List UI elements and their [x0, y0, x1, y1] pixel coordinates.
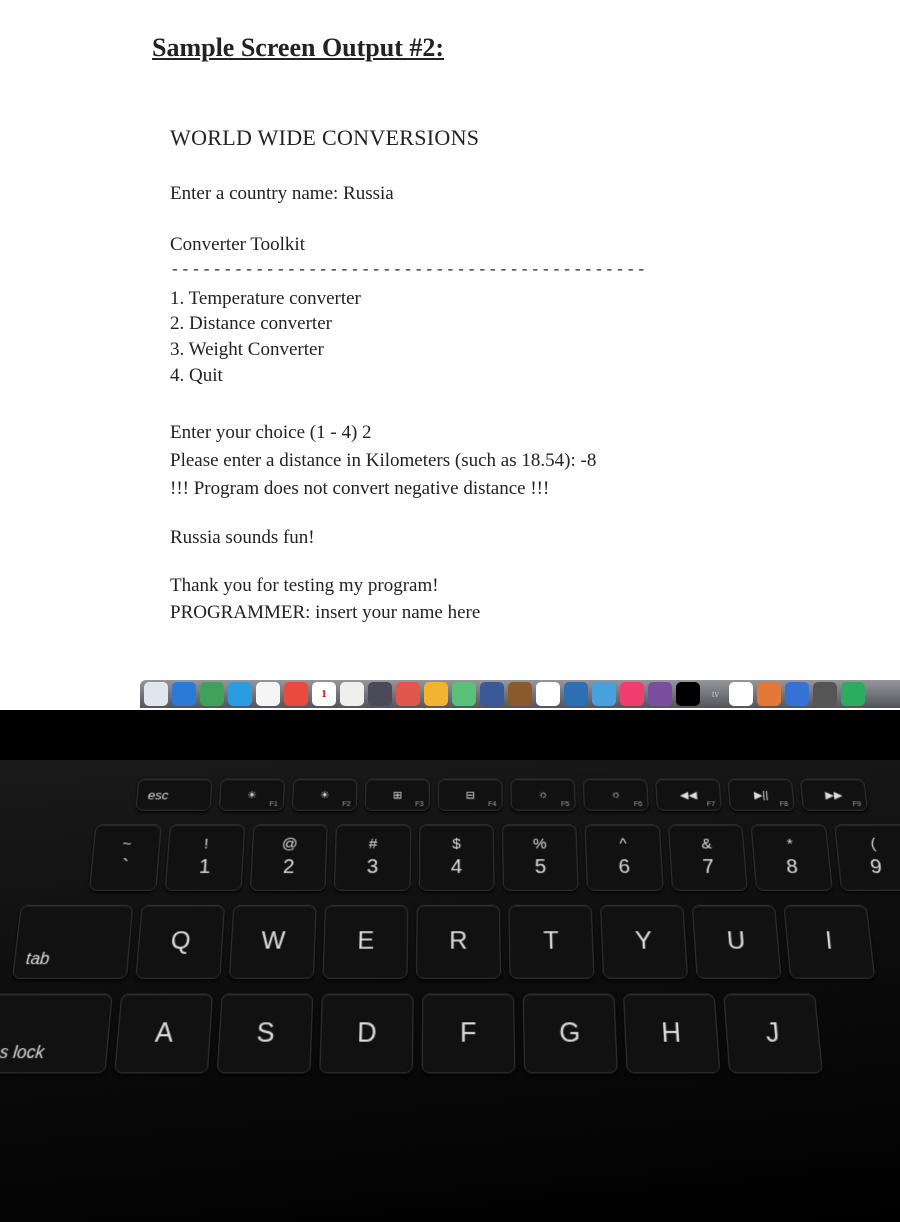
keyboard-key[interactable]: tab: [12, 905, 133, 979]
dock-app-icon[interactable]: [785, 682, 809, 706]
keyboard-key[interactable]: T: [508, 905, 594, 979]
keyboard-key[interactable]: &7: [668, 824, 748, 891]
keyboard-key[interactable]: U: [692, 905, 782, 979]
keyboard-key[interactable]: ⊟F4: [438, 779, 503, 811]
dock-app-icon[interactable]: [144, 682, 168, 706]
keyboard-key[interactable]: caps lock: [0, 994, 113, 1074]
keyboard-key[interactable]: ~`: [89, 824, 162, 891]
divider-dashes: ----------------------------------------…: [170, 260, 900, 282]
function-key-row: esc☀F1☀F2⊞F3⊟F4☼F5☼F6◀◀F7▶||F8▶▶F9: [0, 779, 900, 811]
keyboard-key[interactable]: H: [623, 994, 721, 1074]
dock-app-icon[interactable]: [592, 682, 616, 706]
error-line: !!! Program does not convert negative di…: [170, 476, 900, 502]
dock-app-icon[interactable]: 1: [312, 682, 336, 706]
qwerty-row: tabQWERTYUI: [0, 905, 900, 979]
keyboard-key[interactable]: J: [723, 994, 823, 1074]
asdf-row: caps lockASDFGHJ: [0, 994, 900, 1074]
dock-app-icon[interactable]: [200, 682, 224, 706]
thanks-line: Thank you for testing my program!: [170, 573, 900, 599]
keyboard-key[interactable]: W: [229, 905, 317, 979]
dock-app-icon[interactable]: [536, 682, 560, 706]
menu-item: 4. Quit: [170, 363, 900, 389]
keyboard-key[interactable]: E: [322, 905, 408, 979]
app-title: WORLD WIDE CONVERSIONS: [170, 123, 900, 153]
document-content: Sample Screen Output #2: WORLD WIDE CONV…: [140, 30, 900, 624]
keyboard-key[interactable]: ^6: [585, 824, 664, 891]
dock-app-icon[interactable]: [508, 682, 532, 706]
dock-app-icon[interactable]: [256, 682, 280, 706]
menu-item: 3. Weight Converter: [170, 337, 900, 363]
dock-app-icon[interactable]: [480, 682, 504, 706]
keyboard-key[interactable]: A: [114, 994, 213, 1074]
distance-prompt: Please enter a distance in Kilometers (s…: [170, 448, 900, 474]
toolkit-header: Converter Toolkit: [170, 232, 900, 258]
dock-app-icon[interactable]: [228, 682, 252, 706]
keyboard-key[interactable]: !1: [165, 824, 245, 891]
menu-item: 1. Temperature converter: [170, 286, 900, 312]
dock-app-icon[interactable]: [452, 682, 476, 706]
keyboard-key[interactable]: esc: [135, 779, 212, 811]
dock-app-icon[interactable]: [757, 682, 781, 706]
keyboard-key[interactable]: %5: [502, 824, 579, 891]
keyboard-key[interactable]: Q: [135, 905, 225, 979]
keyboard-key[interactable]: ⊞F3: [365, 779, 430, 811]
keyboard-key[interactable]: R: [416, 905, 501, 979]
dock-app-icon[interactable]: [368, 682, 392, 706]
number-key-row: ~`!1@2#3$4%5^6&7*8(9: [0, 824, 900, 891]
macos-dock: 1 tv: [140, 680, 900, 708]
keyboard-key[interactable]: G: [523, 994, 618, 1074]
dock-app-icon[interactable]: [676, 682, 700, 706]
dock-app-icon[interactable]: [284, 682, 308, 706]
dock-app-icon[interactable]: [729, 682, 753, 706]
dock-app-icon[interactable]: [813, 682, 837, 706]
dock-app-icon[interactable]: [396, 682, 420, 706]
keyboard-key[interactable]: ▶▶F9: [800, 779, 868, 811]
keyboard-key[interactable]: $4: [418, 824, 494, 891]
choice-line: Enter your choice (1 - 4) 2: [170, 420, 900, 446]
doc-title: Sample Screen Output #2:: [152, 30, 900, 65]
dock-app-icon[interactable]: [620, 682, 644, 706]
apple-tv-label: tv: [706, 687, 725, 701]
dock-app-icon[interactable]: [564, 682, 588, 706]
keyboard-key[interactable]: ◀◀F7: [655, 779, 722, 811]
keyboard-key[interactable]: F: [422, 994, 516, 1074]
dock-app-icon[interactable]: [841, 682, 865, 706]
programmer-line: PROGRAMMER: insert your name here: [170, 600, 900, 624]
keyboard-key[interactable]: #3: [334, 824, 411, 891]
keyboard-key[interactable]: *8: [751, 824, 833, 891]
keyboard-key[interactable]: ▶||F8: [727, 779, 794, 811]
keyboard-key[interactable]: S: [217, 994, 314, 1074]
keyboard-key[interactable]: D: [319, 994, 414, 1074]
dock-app-icon[interactable]: [424, 682, 448, 706]
keyboard-key[interactable]: ☼F6: [583, 779, 649, 811]
keyboard-key[interactable]: I: [783, 905, 875, 979]
keyboard-key[interactable]: ☀F1: [219, 779, 285, 811]
keyboard-key[interactable]: ☼F5: [510, 779, 575, 811]
keyboard-key[interactable]: (9: [834, 824, 900, 891]
keyboard-key[interactable]: Y: [600, 905, 688, 979]
laptop-keyboard: esc☀F1☀F2⊞F3⊟F4☼F5☼F6◀◀F7▶||F8▶▶F9 ~`!1@…: [0, 760, 900, 1222]
dock-app-icon[interactable]: [172, 682, 196, 706]
fun-line: Russia sounds fun!: [170, 525, 900, 551]
keyboard-key[interactable]: ☀F2: [292, 779, 358, 811]
menu-item: 2. Distance converter: [170, 311, 900, 337]
laptop-screen: Sample Screen Output #2: WORLD WIDE CONV…: [0, 0, 900, 710]
dock-app-icon[interactable]: [340, 682, 364, 706]
country-prompt: Enter a country name: Russia: [170, 181, 900, 207]
dock-app-icon[interactable]: [648, 682, 672, 706]
keyboard-key[interactable]: @2: [250, 824, 328, 891]
